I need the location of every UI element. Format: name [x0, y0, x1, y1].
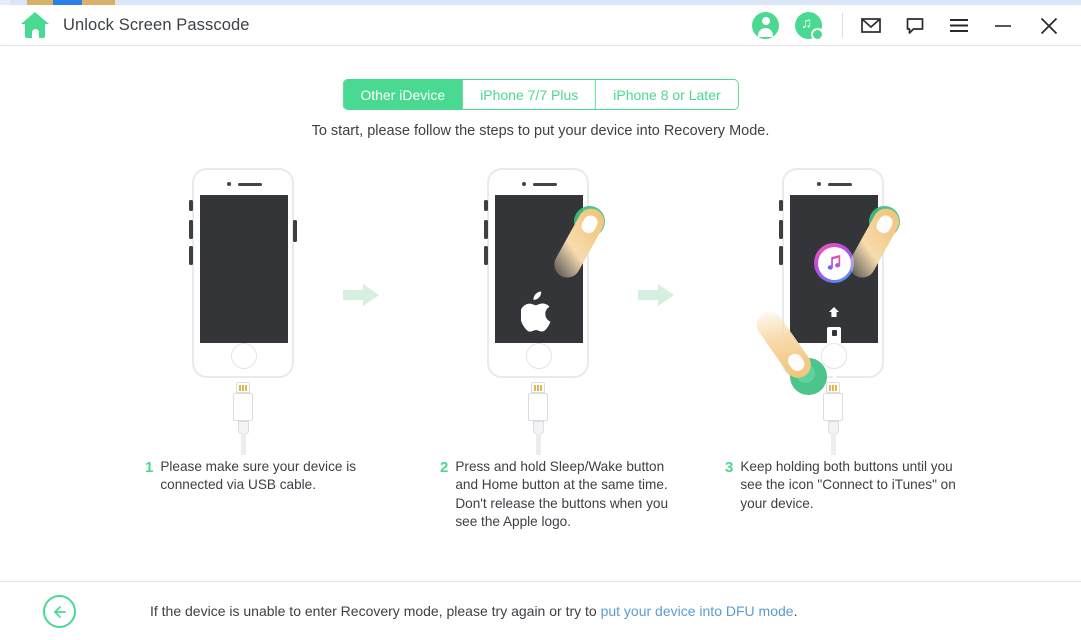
illustration-step-2 [443, 160, 674, 455]
mute-switch [189, 200, 193, 211]
volume-up-button [189, 220, 193, 239]
tab-other-idevice[interactable]: Other iDevice [343, 80, 464, 109]
front-camera-dot [522, 182, 526, 186]
illustration-step-3 [738, 160, 928, 455]
earpiece-speaker [828, 183, 852, 186]
titlebar-actions: ♫ [752, 5, 1081, 45]
front-camera-dot [227, 182, 231, 186]
volume-up-button [484, 220, 488, 239]
apple-logo-icon [520, 290, 557, 332]
titlebar-divider [842, 13, 843, 37]
lightning-cable-icon [822, 382, 844, 455]
step-item-1: 1 Please make sure your device is connec… [145, 458, 395, 495]
dfu-mode-link[interactable]: put your device into DFU mode [601, 603, 794, 619]
mute-switch [779, 200, 783, 211]
footer-help-text: If the device is unable to enter Recover… [150, 603, 797, 619]
title-bar: Unlock Screen Passcode ♫ [0, 5, 1081, 46]
step-captions: 1 Please make sure your device is connec… [0, 458, 1081, 568]
page-title: Unlock Screen Passcode [63, 15, 250, 34]
device-type-tabs[interactable]: Other iDevice iPhone 7/7 Plus iPhone 8 o… [342, 79, 739, 110]
earpiece-speaker [533, 183, 557, 186]
feedback-bubble-icon[interactable] [902, 12, 928, 38]
mail-icon[interactable] [858, 12, 884, 38]
footer-bar: If the device is unable to enter Recover… [0, 581, 1081, 640]
step-text: Press and hold Sleep/Wake button and Hom… [455, 459, 669, 530]
close-icon[interactable] [1036, 12, 1062, 38]
step-number: 1 [145, 459, 154, 476]
earpiece-speaker [238, 183, 262, 186]
step-item-2: 2 Press and hold Sleep/Wake button and H… [440, 458, 690, 532]
flow-arrow-1-icon [343, 282, 381, 308]
step-text: Keep holding both buttons until you see … [740, 459, 956, 511]
phone-device-1 [189, 168, 297, 378]
lightning-cable-icon [232, 382, 254, 455]
lightning-cable-icon [527, 382, 549, 455]
home-icon[interactable] [21, 12, 49, 38]
instruction-subtitle: To start, please follow the steps to put… [311, 123, 770, 139]
phone-screen-black [200, 195, 288, 343]
unlock-screen-passcode-window: Unlock Screen Passcode ♫ Other iDevice i… [0, 0, 1081, 640]
step-number: 2 [440, 459, 449, 476]
itunes-search-icon[interactable]: ♫ [795, 11, 824, 41]
illustration-step-1 [148, 160, 379, 455]
hamburger-menu-icon[interactable] [946, 12, 972, 38]
footer-text-before: If the device is unable to enter Recover… [150, 603, 601, 619]
home-button [526, 343, 552, 369]
step-item-3: 3 Keep holding both buttons until you se… [725, 458, 965, 513]
tab-iphone-8-or-later[interactable]: iPhone 8 or Later [596, 80, 738, 109]
volume-down-button [779, 246, 783, 265]
recovery-mode-illustrations [0, 160, 1081, 455]
step-number: 3 [725, 459, 734, 476]
step-text: Please make sure your device is connecte… [160, 459, 357, 493]
minimize-icon[interactable] [990, 12, 1016, 38]
volume-down-button [484, 246, 488, 265]
connect-arrow-icon [828, 305, 840, 317]
back-button[interactable] [43, 595, 76, 628]
home-button [231, 343, 257, 369]
footer-text-after: . [793, 603, 798, 619]
flow-arrow-2-icon [638, 282, 676, 308]
tab-iphone-7[interactable]: iPhone 7/7 Plus [463, 80, 597, 109]
home-button [821, 343, 847, 369]
back-arrow-icon [53, 605, 66, 618]
user-avatar-icon[interactable] [752, 11, 779, 39]
front-camera-dot [817, 182, 821, 186]
mute-switch [484, 200, 488, 211]
volume-up-button [779, 220, 783, 239]
volume-down-button [189, 246, 193, 265]
sleep-wake-button [293, 220, 297, 242]
